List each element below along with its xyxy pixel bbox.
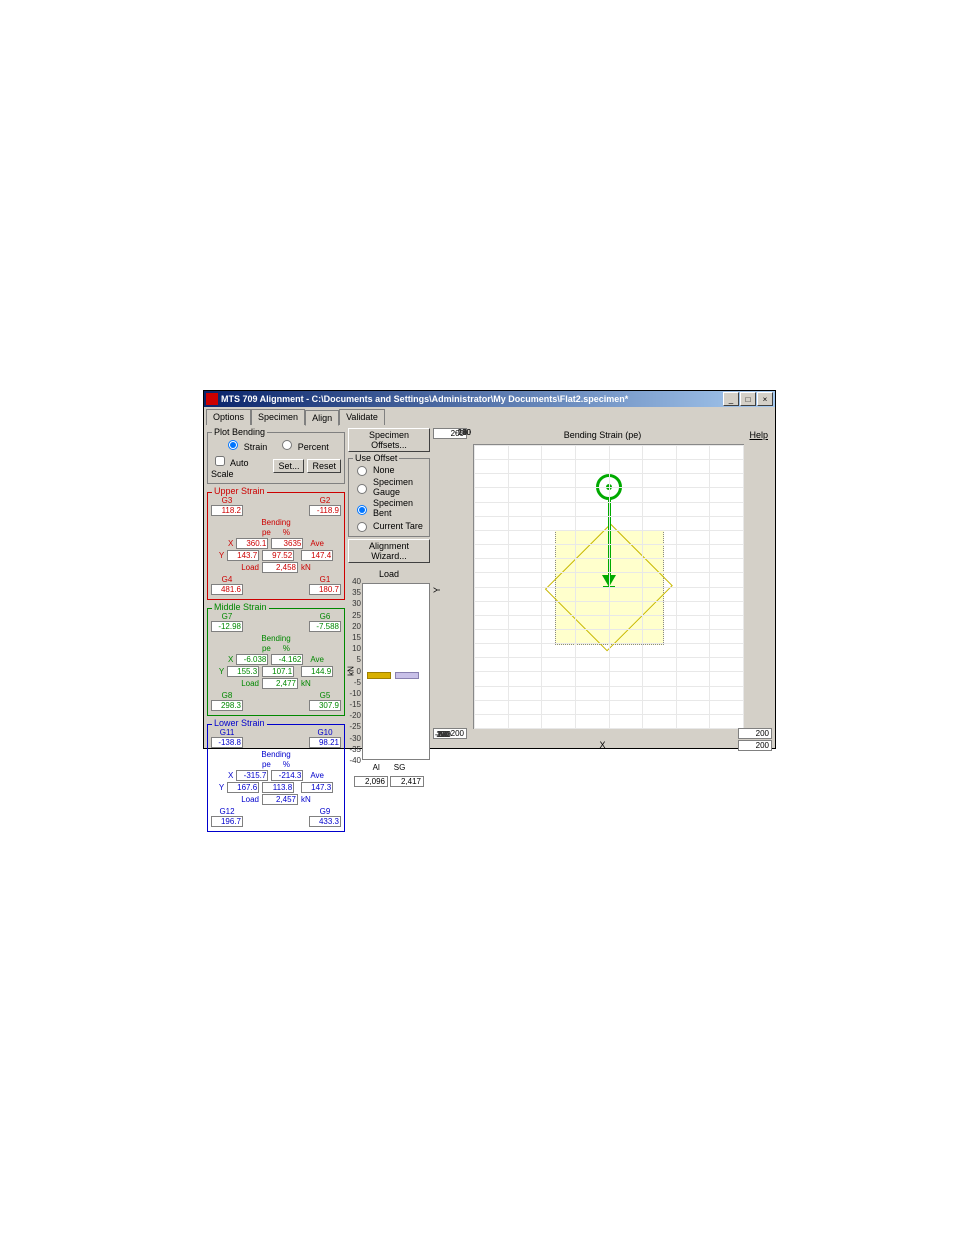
close-button[interactable]: × (757, 392, 773, 406)
check-autoscale[interactable]: Auto Scale (211, 453, 270, 479)
upper-load-value: 2,458 (262, 562, 298, 573)
foot-sg-value: 2,417 (390, 776, 424, 787)
g8-value: 298.3 (211, 700, 243, 711)
load-tick: -40 (349, 756, 361, 765)
plot-bending-group: Plot Bending Strain Percent Auto Scale S… (207, 432, 345, 484)
load-tick: 30 (349, 599, 361, 608)
minimize-button[interactable]: _ (723, 392, 739, 406)
lower-ave-value: 147.3 (301, 782, 333, 793)
load-bar-sg (395, 672, 419, 679)
middle-ave-value: 144.9 (301, 666, 333, 677)
radio-percent[interactable]: Percent (277, 437, 329, 452)
load-tick: -35 (349, 745, 361, 754)
tab-specimen[interactable]: Specimen (251, 409, 305, 425)
plot-bending-title: Plot Bending (212, 427, 267, 437)
tab-align[interactable]: Align (305, 410, 339, 426)
g10-value: 98.21 (309, 737, 341, 748)
use-offset-group: Use Offset None Specimen Gauge Specimen … (348, 458, 430, 537)
load-tick: 25 (349, 611, 361, 620)
g2-value: -118.9 (309, 505, 341, 516)
reset-button[interactable]: Reset (307, 459, 341, 473)
g6-value: -7.588 (309, 621, 341, 632)
load-bar-al (367, 672, 391, 679)
specimen-offsets-button[interactable]: Specimen Offsets... (348, 428, 430, 452)
load-tick: 20 (349, 622, 361, 631)
titlebar: MTS 709 Alignment - C:\Documents and Set… (204, 391, 775, 407)
middle-strain-title: Middle Strain (212, 602, 269, 612)
maximize-button[interactable]: □ (740, 392, 756, 406)
load-tick: 40 (349, 577, 361, 586)
load-chart (362, 583, 430, 760)
g11-value: -138.8 (211, 737, 243, 748)
radio-current-tare[interactable]: Current Tare (352, 519, 426, 532)
g9-value: 433.3 (309, 816, 341, 827)
radio-specimen-gauge[interactable]: Specimen Gauge (352, 477, 426, 497)
load-tick: 15 (349, 633, 361, 642)
load-tick: 5 (349, 655, 361, 664)
bending-strain-plot (473, 444, 744, 729)
g7-value: -12.98 (211, 621, 243, 632)
upper-ave-value: 147.4 (301, 550, 333, 561)
upper-strain-title: Upper Strain (212, 486, 267, 496)
tab-validate[interactable]: Validate (339, 409, 385, 425)
chart-title: Bending Strain (pe) (433, 430, 772, 440)
lower-strain-title: Lower Strain (212, 718, 267, 728)
load-tick: -30 (349, 734, 361, 743)
y-tick: 200 (447, 428, 471, 437)
tab-options[interactable]: Options (206, 409, 251, 425)
chart-botright-upper: 200 (738, 728, 772, 739)
chart-x-label: X (433, 740, 772, 750)
lower-load-value: 2,457 (262, 794, 298, 805)
load-tick: -10 (349, 689, 361, 698)
chart-y-label: Y (432, 586, 442, 592)
g4-value: 481.6 (211, 584, 243, 595)
foot-al-value: 2,096 (354, 776, 388, 787)
load-tick: 35 (349, 588, 361, 597)
window-title: MTS 709 Alignment - C:\Documents and Set… (221, 394, 722, 404)
alignment-wizard-button[interactable]: Alignment Wizard... (348, 539, 430, 563)
chart-panel: 200 Help Bending Strain (pe) Y X -200 20… (433, 428, 772, 751)
g12-value: 196.7 (211, 816, 243, 827)
load-y-label: kN (346, 666, 355, 676)
lower-strain-group: Lower Strain G11-138.8 G1098.21 Bending … (207, 724, 345, 832)
use-offset-title: Use Offset (353, 453, 399, 463)
g3-value: 118.2 (211, 505, 243, 516)
middle-load-value: 2,477 (262, 678, 298, 689)
load-tick: -5 (349, 678, 361, 687)
chart-botright-lower[interactable]: 200 (738, 740, 772, 751)
radio-specimen-bent[interactable]: Specimen Bent (352, 498, 426, 518)
upper-strain-group: Upper Strain G3118.2 G2-118.9 Bending pe… (207, 492, 345, 600)
radio-none[interactable]: None (352, 463, 426, 476)
set-button[interactable]: Set... (273, 459, 304, 473)
tab-bar: Options Specimen Align Validate (204, 407, 775, 425)
load-tick: -25 (349, 722, 361, 731)
middle-strain-group: Middle Strain G7-12.98 G6-7.588 Bending … (207, 608, 345, 716)
g1-value: 180.7 (309, 584, 341, 595)
load-tick: 10 (349, 644, 361, 653)
app-icon (206, 393, 218, 405)
x-tick: 200 (433, 730, 453, 739)
g5-value: 307.9 (309, 700, 341, 711)
radio-strain[interactable]: Strain (223, 437, 267, 452)
load-tick: -15 (349, 700, 361, 709)
load-tick: -20 (349, 711, 361, 720)
